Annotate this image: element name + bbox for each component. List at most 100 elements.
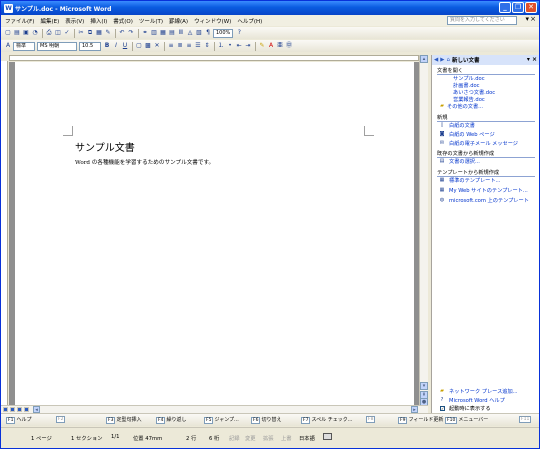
recent-file-link[interactable]: 営業報告.doc [453, 96, 485, 103]
italic-button[interactable]: I [112, 42, 120, 50]
add-network-place-link[interactable]: ネットワーク プレース追加... [449, 388, 518, 395]
fkey-f4[interactable]: F4 繰り返し [156, 416, 186, 424]
word-app-icon[interactable]: W [4, 3, 13, 13]
menu-table[interactable]: 罫線(A) [169, 17, 188, 25]
scroll-right-button[interactable]: ▸ [411, 406, 418, 413]
menu-view[interactable]: 表示(V) [65, 17, 84, 25]
minimize-button[interactable]: _ [499, 2, 511, 13]
show-at-startup-checkbox[interactable]: ✓ [440, 406, 445, 411]
zoom-select[interactable]: 100% [213, 28, 234, 38]
recent-file-link[interactable]: サンプル.doc [453, 75, 485, 82]
status-track-changes[interactable]: 変更 [245, 434, 256, 442]
restore-button[interactable]: ❐ [512, 2, 524, 13]
font-color-icon[interactable]: A [267, 42, 275, 50]
scroll-down-button[interactable]: ▾ [420, 382, 428, 390]
home-icon[interactable]: ⌂ [446, 57, 450, 63]
choose-document-link[interactable]: 文書の選択... [449, 158, 480, 165]
increase-indent-icon[interactable]: ⇥ [244, 42, 252, 50]
task-pane-close-icon[interactable]: ▾ × [527, 56, 537, 63]
close-button[interactable]: ✕ [525, 2, 537, 13]
hyperlink-icon[interactable]: ⚭ [141, 29, 149, 37]
recent-file-link[interactable]: 計画書.doc [453, 82, 480, 89]
bullets-icon[interactable]: • [226, 42, 234, 50]
print-layout-icon[interactable] [17, 407, 22, 412]
save-icon[interactable]: ▣ [22, 29, 30, 37]
back-arrow-icon[interactable]: ◀ [434, 57, 438, 63]
menu-window[interactable]: ウィンドウ(W) [194, 17, 231, 25]
menu-edit[interactable]: 編集(E) [40, 17, 59, 25]
permission-icon[interactable]: ◔ [31, 29, 39, 37]
open-icon[interactable]: ▤ [13, 29, 21, 37]
normal-view-icon[interactable] [3, 407, 8, 412]
menu-tools[interactable]: ツール(T) [139, 17, 163, 25]
columns-icon[interactable]: Ⅲ [177, 29, 185, 37]
cut-icon[interactable]: ✂ [77, 29, 85, 37]
enclose-char-icon[interactable]: ㊥ [285, 42, 293, 50]
fkey-f9[interactable]: F9 フィールド更新 [398, 416, 443, 424]
menu-help[interactable]: ヘルプ(H) [237, 17, 262, 25]
general-templates-link[interactable]: 標準のテンプレート... [449, 177, 500, 184]
distribute-icon[interactable]: ☰ [194, 42, 202, 50]
decrease-indent-icon[interactable]: ⇤ [235, 42, 243, 50]
horizontal-ruler[interactable] [9, 55, 419, 61]
new-blank-document-link[interactable]: 白紙の文書 [449, 122, 475, 129]
paste-icon[interactable]: ▦ [95, 29, 103, 37]
web-site-templates-link[interactable]: My Web サイトのテンプレート... [449, 187, 528, 194]
format-painter-icon[interactable]: ✎ [104, 29, 112, 37]
show-hide-icon[interactable]: ¶ [204, 29, 212, 37]
fkey-f7[interactable]: F7 スペル チェック... [301, 416, 352, 424]
fkey-f5[interactable]: F5 ジャンプ... [204, 416, 239, 424]
vertical-ruler[interactable] [1, 61, 8, 405]
document-body-text[interactable]: Word の各種機能を学習するためのサンプル文書です。 [75, 158, 214, 166]
spelling-status-icon[interactable] [323, 433, 332, 440]
char-border-icon[interactable]: ▢ [135, 42, 143, 50]
forward-arrow-icon[interactable]: ▶ [440, 57, 444, 63]
char-shading-icon[interactable]: ▩ [144, 42, 152, 50]
scroll-up-button[interactable]: ▴ [420, 55, 428, 63]
help-search-input[interactable]: 質問を入力してください [447, 16, 517, 25]
horizontal-scrollbar[interactable]: ◂ ▸ [1, 405, 428, 413]
char-scaling-icon[interactable]: ✕ [153, 42, 161, 50]
help-icon[interactable]: ? [235, 29, 243, 37]
web-layout-icon[interactable] [10, 407, 15, 412]
menu-insert[interactable]: 挿入(I) [90, 17, 107, 25]
print-preview-icon[interactable]: ◫ [54, 29, 62, 37]
drawing-icon[interactable]: ◬ [186, 29, 194, 37]
underline-button[interactable]: U [121, 42, 129, 50]
new-web-page-link[interactable]: 白紙の Web ページ [449, 131, 495, 138]
font-select[interactable]: MS 明朝 [37, 41, 77, 51]
style-select[interactable]: 標準 [13, 41, 35, 51]
fkey-f8[interactable]: F8 [366, 416, 376, 423]
status-record[interactable]: 記録 [229, 434, 240, 442]
document-title-text[interactable]: サンプル文書 [75, 139, 135, 154]
line-spacing-icon[interactable]: ⇕ [203, 42, 211, 50]
recent-file-link[interactable]: あいさつ文書.doc [453, 89, 495, 96]
fkey-f11[interactable]: F11 [519, 416, 532, 423]
phonetic-guide-icon[interactable]: 亜 [276, 42, 284, 50]
document-page[interactable]: サンプル文書 Word の各種機能を学習するためのサンプル文書です。 [15, 62, 414, 405]
fkey-f1[interactable]: F1 ヘルプ [6, 416, 31, 424]
print-icon[interactable]: ⎙ [45, 29, 53, 37]
undo-icon[interactable]: ↶ [118, 29, 126, 37]
document-close-icon[interactable]: × [530, 15, 536, 23]
align-center-icon[interactable]: ≣ [176, 42, 184, 50]
fkey-f6[interactable]: F6 切り替え [251, 416, 281, 424]
copy-icon[interactable]: ⧉ [86, 29, 94, 37]
document-map-icon[interactable]: ▧ [195, 29, 203, 37]
help-dropdown-icon[interactable]: ▾ [525, 15, 529, 23]
status-overtype[interactable]: 上書 [281, 434, 292, 442]
highlight-icon[interactable]: ✎ [258, 42, 266, 50]
styles-icon[interactable]: A [4, 42, 12, 50]
new-document-icon[interactable]: ▢ [4, 29, 12, 37]
fkey-f10[interactable]: F10 メニューバー [445, 416, 488, 424]
numbering-icon[interactable]: ⒈ [217, 42, 225, 50]
bold-button[interactable]: B [103, 42, 111, 50]
font-size-select[interactable]: 10.5 [79, 41, 101, 51]
fkey-f2[interactable]: F2 [56, 416, 66, 423]
insert-excel-icon[interactable]: ▤ [168, 29, 176, 37]
spelling-icon[interactable]: ✓ [63, 29, 71, 37]
open-other-link[interactable]: その他の文書... [447, 103, 483, 110]
scroll-left-button[interactable]: ◂ [33, 406, 40, 413]
align-right-icon[interactable]: ≡ [185, 42, 193, 50]
menu-format[interactable]: 書式(O) [113, 17, 133, 25]
